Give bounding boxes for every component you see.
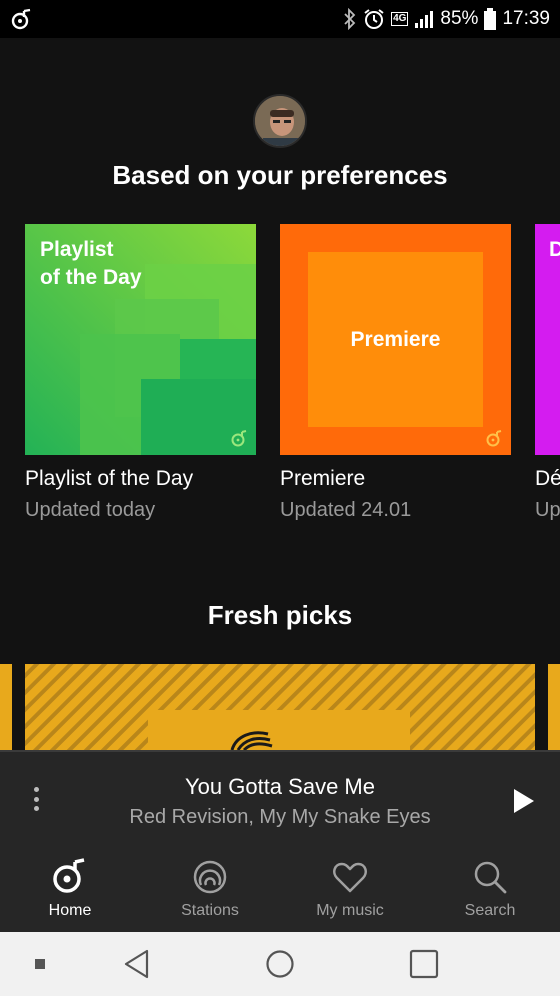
- play-icon[interactable]: [508, 786, 538, 816]
- stations-icon: [193, 860, 227, 894]
- clock: 17:39: [502, 8, 550, 29]
- network-type-label: 4G: [391, 12, 409, 26]
- music-note-badge-icon: [231, 430, 247, 447]
- card-subtitle: Updated today: [25, 499, 156, 521]
- nav-item-stations[interactable]: Stations: [140, 846, 280, 932]
- fresh-pick-cover-next: [548, 664, 560, 750]
- bluetooth-icon: [344, 8, 356, 30]
- playlist-cover: Premiere: [280, 224, 511, 455]
- section-title-fresh-picks: Fresh picks: [207, 600, 353, 630]
- nav-label: Home: [48, 902, 92, 919]
- battery-percent: 85%: [440, 8, 479, 29]
- search-icon: [474, 861, 507, 894]
- card-subtitle: Up: [535, 499, 560, 521]
- heart-icon: [333, 862, 367, 893]
- status-icons: 4G 85% 17:39: [343, 8, 550, 30]
- track-artist: Red Revision, My My Snake Eyes: [129, 806, 431, 828]
- premiere-inner-square: Premiere: [308, 252, 483, 427]
- playlist-card-premiere[interactable]: Premiere Premiere Updated 24.01: [280, 224, 511, 522]
- avatar[interactable]: [253, 94, 307, 148]
- fresh-pick-cover-prev: [0, 664, 12, 750]
- signal-icon: [415, 11, 434, 28]
- card-title: Premiere: [280, 467, 366, 490]
- section-title-preferences: Based on your preferences: [112, 160, 448, 190]
- nav-label: My music: [316, 902, 384, 919]
- home-button-icon[interactable]: [265, 949, 295, 979]
- notification-dot-icon[interactable]: [34, 958, 46, 970]
- avatar-image: [255, 96, 305, 146]
- back-icon[interactable]: [122, 948, 152, 980]
- bottom-navigation: Home Stations My music Search: [0, 846, 560, 932]
- cover-label: Premiere: [350, 327, 441, 351]
- playlist-card-partial[interactable]: D Dé Up: [535, 224, 560, 522]
- nav-item-my-music[interactable]: My music: [280, 846, 420, 932]
- cover-label: D: [549, 238, 560, 261]
- card-subtitle: Updated 24.01: [280, 499, 412, 521]
- card-title: Playlist of the Day: [25, 467, 194, 490]
- music-app-icon: [11, 8, 31, 30]
- fresh-picks-carousel[interactable]: [0, 664, 560, 750]
- nav-item-home[interactable]: Home: [0, 846, 140, 932]
- nav-label: Stations: [181, 902, 239, 919]
- home-feed[interactable]: Based on your preferences Playlist of th…: [0, 38, 560, 750]
- system-navigation-bar: [0, 932, 560, 996]
- status-bar: 4G 85% 17:39: [0, 0, 560, 38]
- card-title: Dé: [535, 467, 560, 490]
- nav-label: Search: [464, 902, 516, 919]
- cover-label: Playlist of the Day: [40, 238, 142, 289]
- music-note-badge-icon: [486, 430, 502, 447]
- home-icon: [53, 858, 85, 893]
- alarm-icon: [364, 9, 384, 29]
- track-title: You Gotta Save Me: [185, 774, 375, 799]
- battery-icon: [484, 8, 497, 30]
- playlist-card-playlist-of-the-day[interactable]: Playlist of the Day Playlist of the Day …: [25, 224, 256, 522]
- playlist-cover: Playlist of the Day: [25, 224, 256, 455]
- recent-apps-icon[interactable]: [409, 949, 439, 979]
- playlist-cover: D: [535, 224, 560, 455]
- mini-player[interactable]: You Gotta Save Me Red Revision, My My Sn…: [0, 750, 560, 846]
- nav-item-search[interactable]: Search: [420, 846, 560, 932]
